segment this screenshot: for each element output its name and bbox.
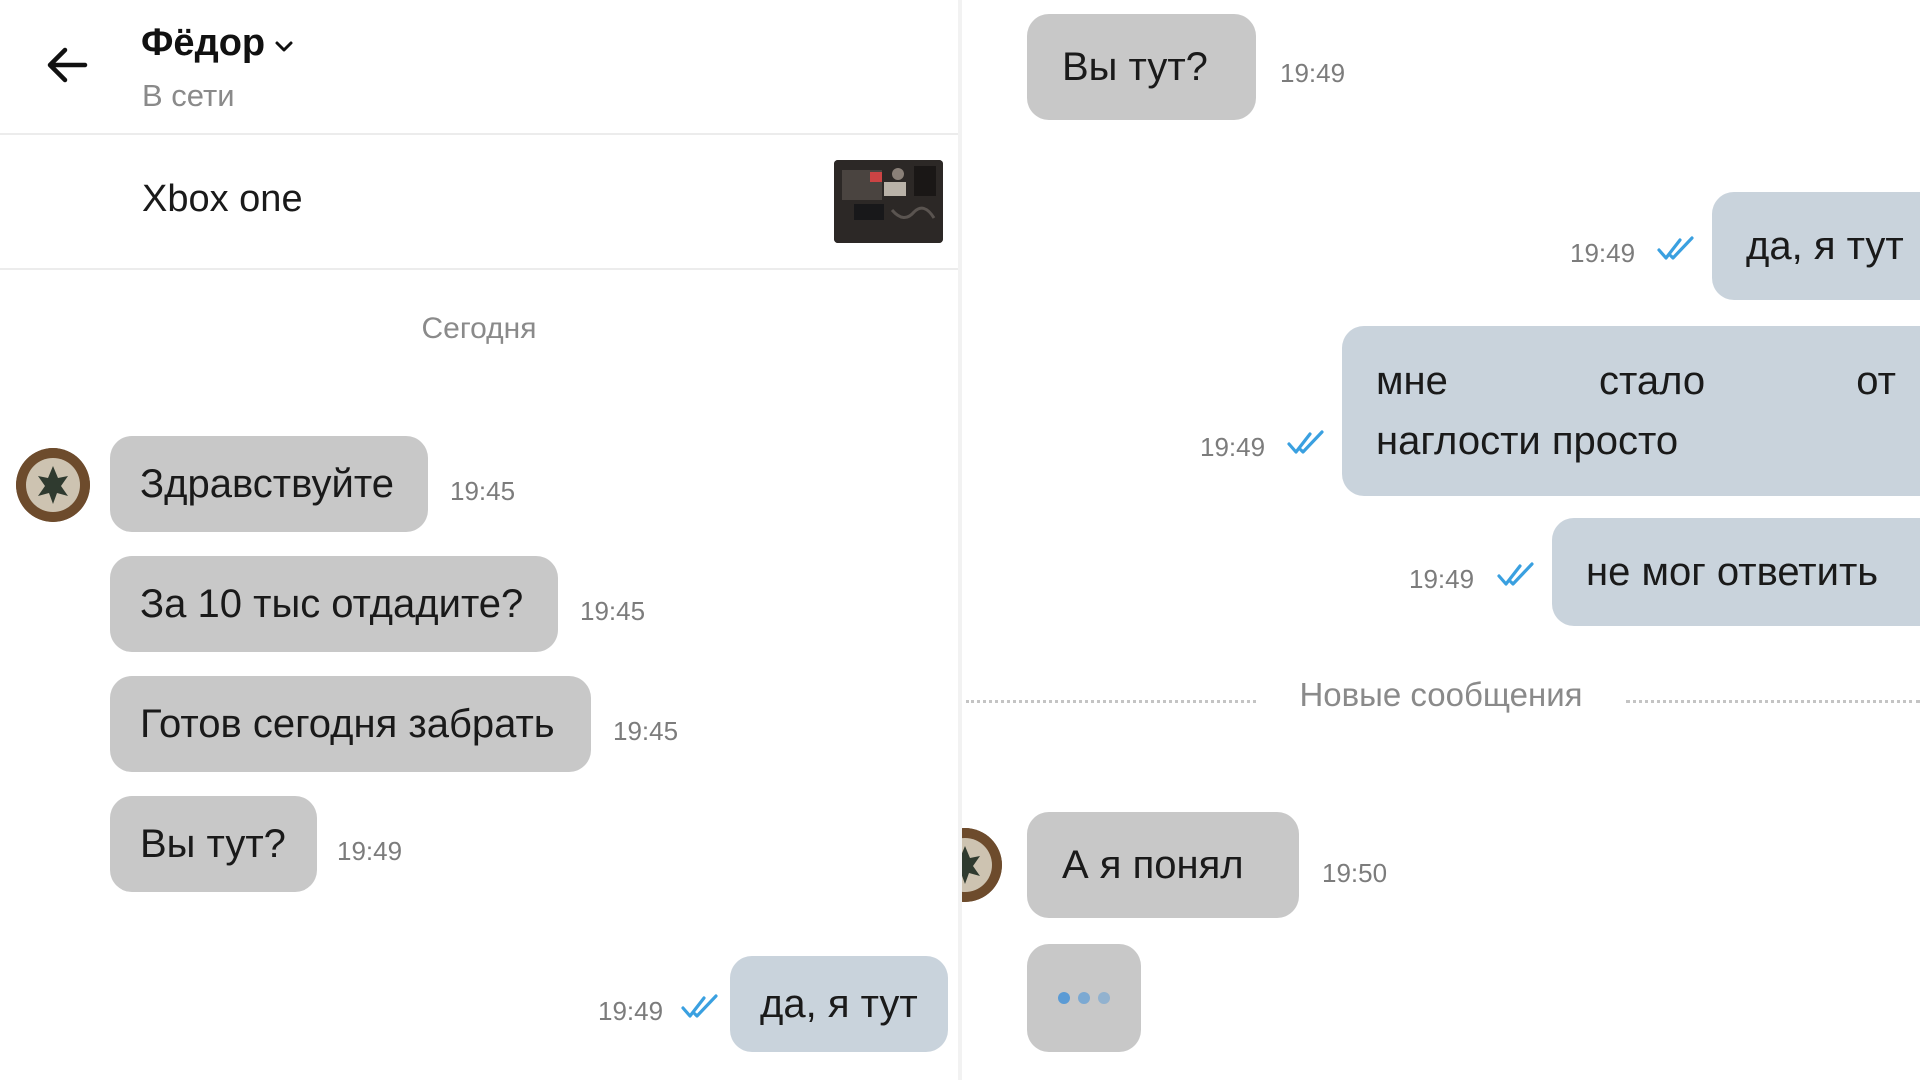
message-bubble-incoming[interactable]: Вы тут? xyxy=(1027,14,1256,120)
message-time: 19:49 xyxy=(1200,432,1266,462)
arrow-left-icon xyxy=(47,47,88,83)
chat-header: Фёдор В сети xyxy=(0,0,958,134)
message-text: За 10 тыс отдадите? xyxy=(140,581,524,626)
message-time: 19:49 xyxy=(598,996,664,1026)
listing-divider xyxy=(0,268,958,270)
message-time: 19:50 xyxy=(1322,858,1388,888)
contact-avatar[interactable] xyxy=(16,448,90,522)
message-text: А я понял xyxy=(1062,842,1244,887)
message-bubble-incoming[interactable]: Вы тут? xyxy=(110,796,317,892)
avatar-image xyxy=(962,828,1002,902)
typing-dot xyxy=(1098,992,1110,1004)
chat-panel-right: Вы тут? 19:49 19:49 да, я тут 19:49 мне … xyxy=(962,0,1920,1080)
message-time: 19:45 xyxy=(613,716,679,746)
double-check-icon xyxy=(1497,562,1534,586)
double-check-icon xyxy=(1287,430,1324,454)
chat-screenshot-collage: Фёдор В сети Xbox one Сегодня Здравствуй… xyxy=(0,0,1920,1080)
message-text: Вы тут? xyxy=(1062,44,1208,89)
typing-dot xyxy=(1078,992,1090,1004)
new-messages-divider-right xyxy=(1626,700,1920,703)
message-bubble-outgoing[interactable]: не мог ответить xyxy=(1552,518,1920,626)
listing-card[interactable]: Xbox one xyxy=(0,136,958,268)
listing-title: Xbox one xyxy=(142,178,303,220)
header-divider xyxy=(0,133,958,135)
message-bubble-outgoing-multiline[interactable]: мне стало от такой наглости просто xyxy=(1342,326,1920,496)
message-time: 19:49 xyxy=(1409,564,1475,594)
message-text-line-1: мне стало от такой xyxy=(1376,359,1920,403)
contact-name-dropdown[interactable]: Фёдор xyxy=(141,22,295,65)
message-time: 19:49 xyxy=(1280,58,1346,88)
message-text: Здравствуйте xyxy=(140,461,394,506)
message-text-line-2: наглости просто xyxy=(1376,419,1679,463)
message-time: 19:49 xyxy=(1570,238,1636,268)
chat-panel-left: Фёдор В сети Xbox one Сегодня Здравствуй… xyxy=(0,0,958,1080)
listing-thumbnail[interactable] xyxy=(834,160,943,243)
typing-dots-icon xyxy=(1058,992,1070,1004)
contact-status: В сети xyxy=(142,78,235,113)
message-time: 19:45 xyxy=(450,476,516,506)
message-bubble-outgoing[interactable]: да, я тут xyxy=(730,956,948,1052)
message-bubble-outgoing[interactable]: да, я тут xyxy=(1712,192,1920,300)
contact-avatar[interactable] xyxy=(962,828,1002,902)
message-text: Вы тут? xyxy=(140,821,286,866)
message-time: 19:45 xyxy=(580,596,646,626)
avatar-image xyxy=(16,448,90,522)
listing-photo xyxy=(834,160,943,243)
double-check-icon xyxy=(681,994,718,1018)
message-time: 19:49 xyxy=(337,836,403,866)
message-text: не мог ответить xyxy=(1586,549,1879,594)
typing-indicator xyxy=(1027,944,1141,1052)
message-text: Готов сегодня забрать xyxy=(140,701,555,746)
double-check-icon xyxy=(1657,236,1694,260)
date-separator: Сегодня xyxy=(421,312,537,345)
message-bubble-incoming[interactable]: За 10 тыс отдадите? xyxy=(110,556,558,652)
chevron-down-icon xyxy=(275,41,293,51)
new-messages-label: Новые сообщения xyxy=(1299,676,1583,713)
message-text: да, я тут xyxy=(1746,223,1904,268)
contact-name: Фёдор xyxy=(141,22,266,64)
message-text: да, я тут xyxy=(760,981,918,1026)
message-bubble-incoming[interactable]: А я понял xyxy=(1027,812,1299,918)
message-bubble-incoming[interactable]: Здравствуйте xyxy=(110,436,428,532)
message-bubble-incoming[interactable]: Готов сегодня забрать xyxy=(110,676,591,772)
back-button[interactable] xyxy=(42,40,92,90)
